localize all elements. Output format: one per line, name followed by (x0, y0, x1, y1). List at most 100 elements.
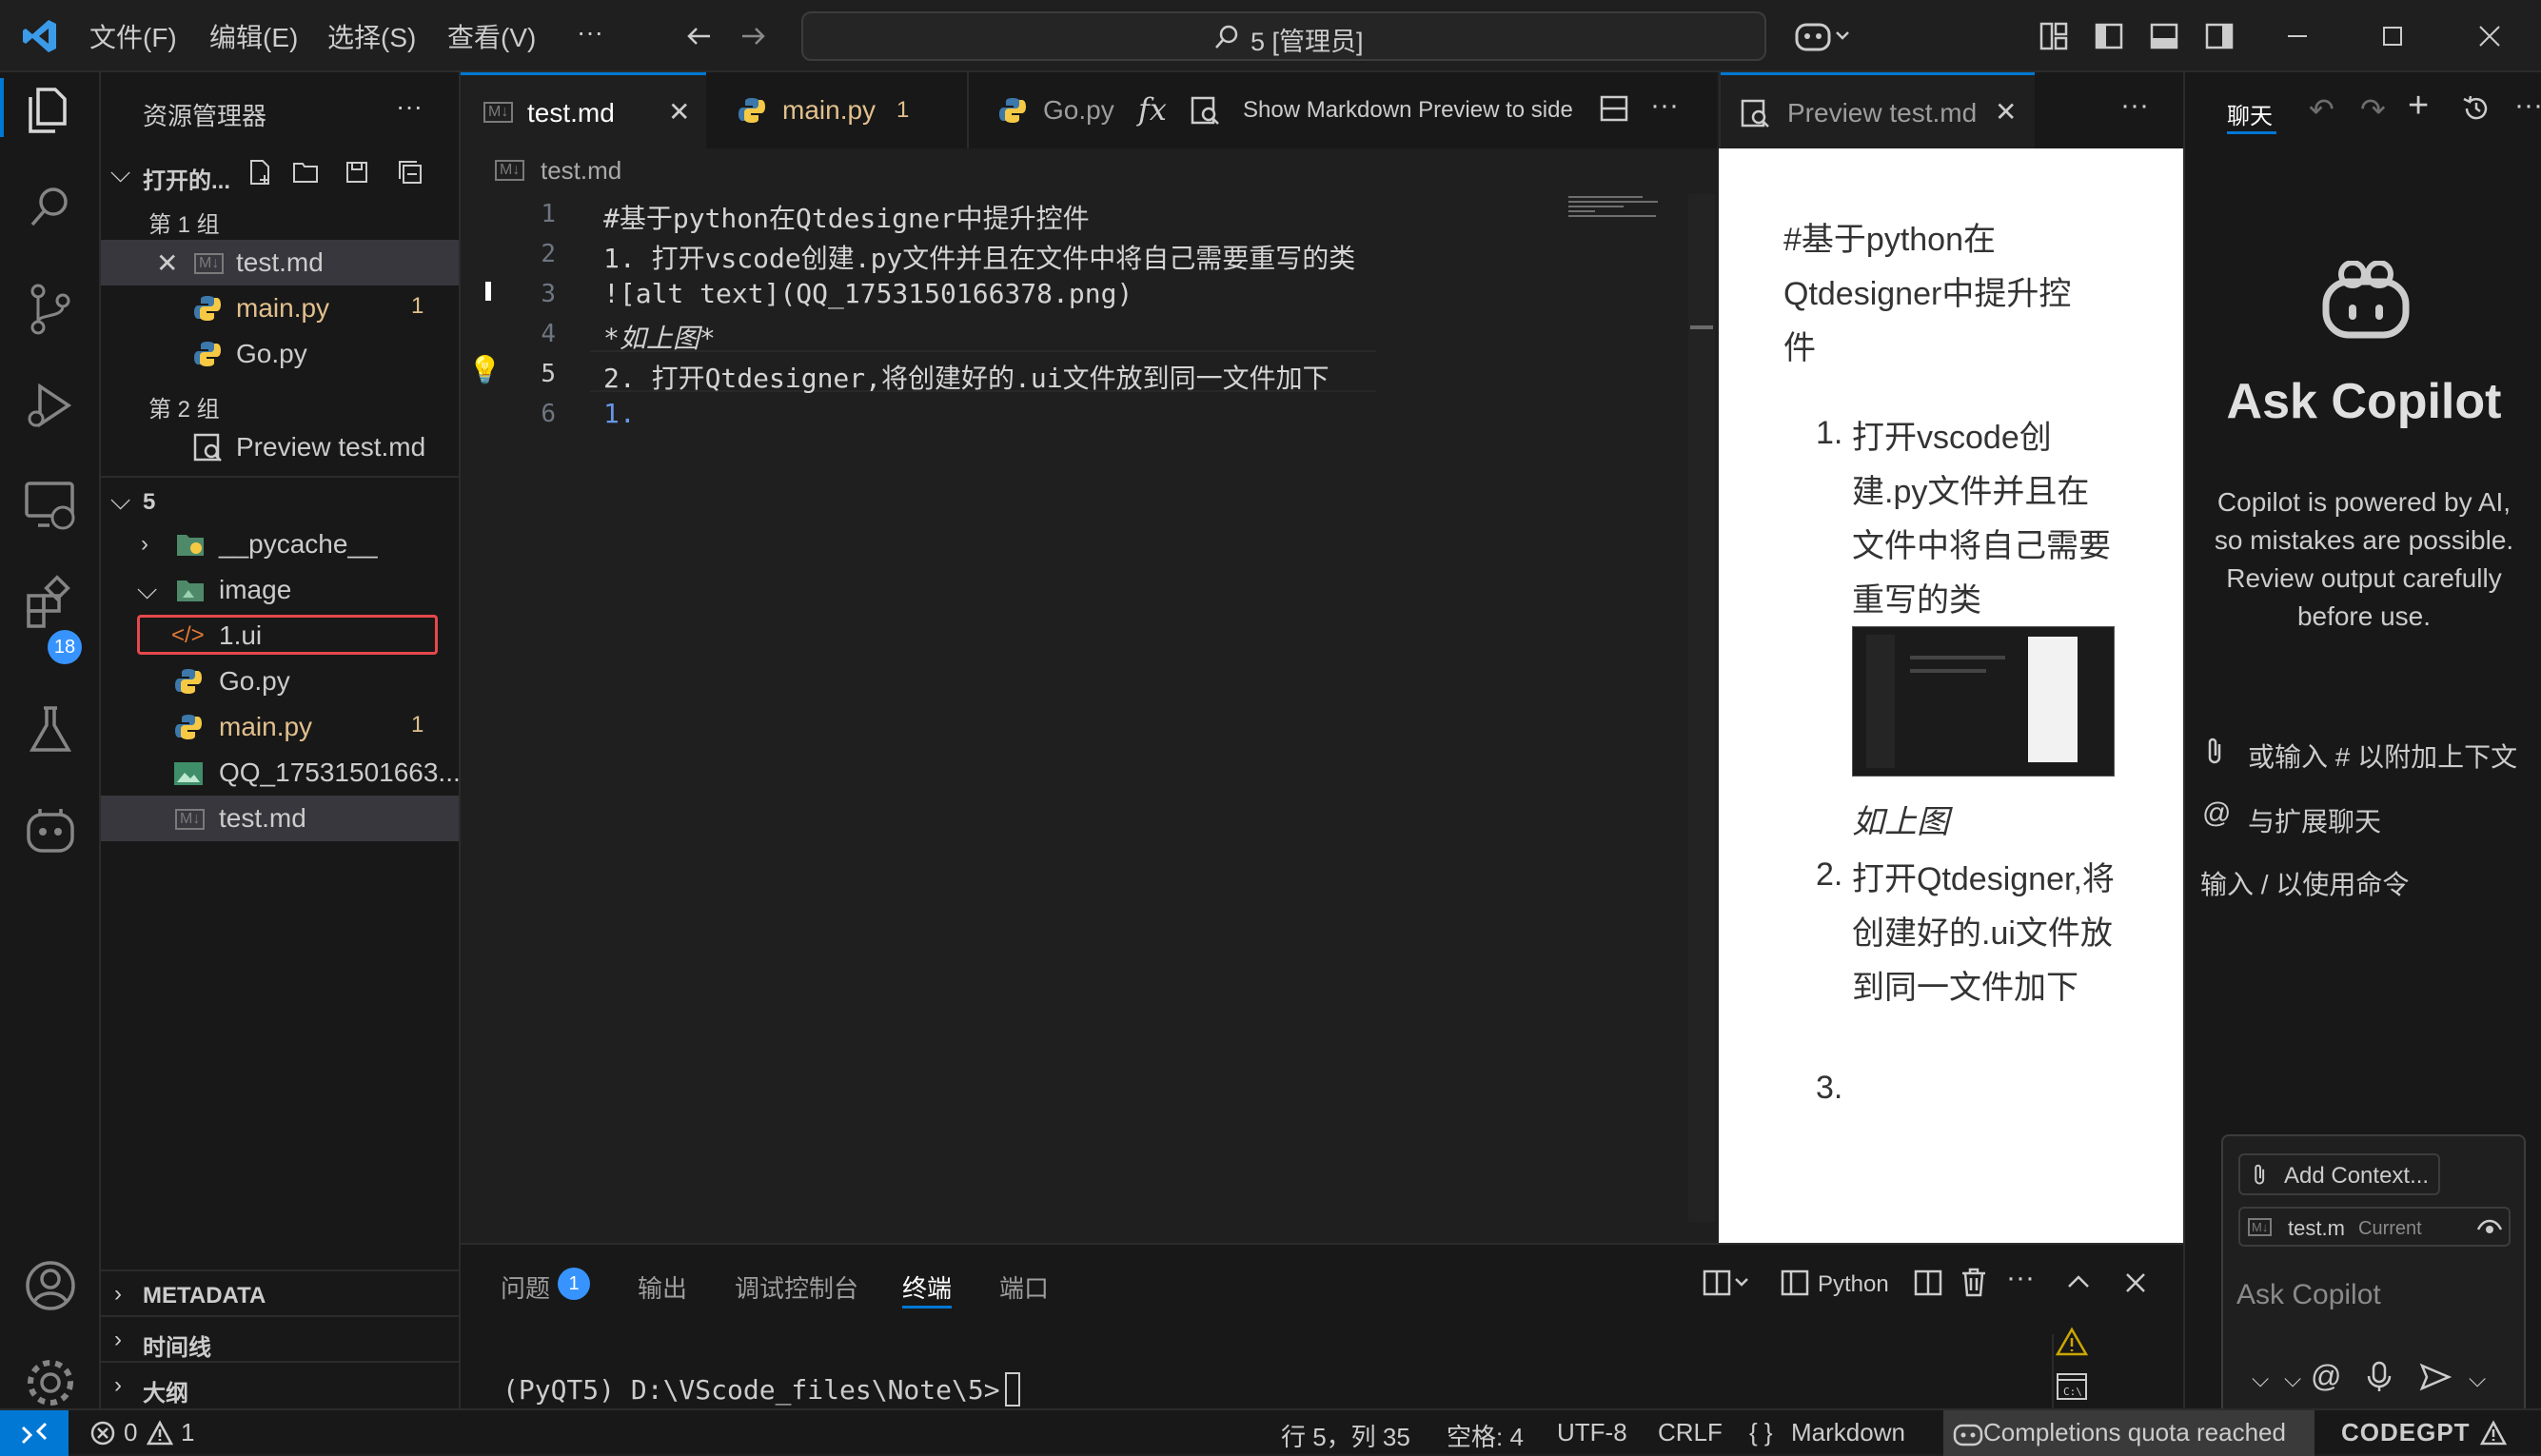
quota-status[interactable]: Completions quota reached (1943, 1410, 2314, 1456)
tree-item-main-py[interactable]: main.py 1 (101, 704, 459, 750)
account-icon[interactable] (21, 1256, 80, 1315)
new-folder-icon[interactable] (291, 158, 320, 187)
warning-icon[interactable] (2056, 1327, 2088, 1357)
run-debug-icon[interactable] (21, 377, 80, 436)
copilot-chat-icon[interactable] (21, 799, 80, 858)
chevron-down-icon[interactable]: ⌵ (2284, 1367, 2301, 1393)
tab-test-md[interactable]: M↓ test.md ✕ (461, 72, 706, 151)
open-editor-go-py[interactable]: Go.py (101, 331, 459, 377)
cursor-position[interactable]: 行 5，列 35 (1281, 1418, 1410, 1453)
terminal-cmd-icon[interactable]: C:\ (2056, 1372, 2088, 1401)
eye-icon[interactable] (2476, 1216, 2503, 1239)
command-center-search[interactable]: 5 [管理员] (801, 11, 1766, 61)
close-window-icon[interactable] (2474, 21, 2505, 51)
encoding[interactable]: UTF-8 (1557, 1418, 1627, 1447)
send-icon[interactable] (2419, 1363, 2452, 1391)
history-icon[interactable] (2461, 93, 2492, 124)
tree-item-qq-png[interactable]: QQ_17531501663... (101, 750, 461, 796)
code-editor[interactable]: M↓ test.md 1 #基于python在Qtdesigner中提升控件 2… (461, 148, 1717, 1243)
maximize-icon[interactable] (2377, 21, 2408, 51)
close-panel-icon[interactable] (2120, 1268, 2151, 1298)
toggle-primary-sidebar-icon[interactable] (2094, 21, 2124, 51)
terminal-prompt[interactable]: (PyQT5) D:\VScode_files\Note\5> (502, 1374, 1000, 1406)
add-context-button[interactable]: Add Context... (2238, 1153, 2440, 1195)
remote-explorer-icon[interactable] (21, 476, 80, 535)
show-preview-side-label[interactable]: Show Markdown Preview to side (1243, 97, 1573, 124)
new-file-icon[interactable] (246, 158, 274, 187)
open-editors-header[interactable]: ⌵ 打开的... (101, 150, 459, 196)
remote-indicator[interactable] (0, 1410, 69, 1456)
breadcrumb[interactable]: test.md (541, 156, 621, 186)
terminal-kind-label[interactable]: Python (1818, 1271, 1889, 1298)
split-editor-icon[interactable] (1913, 1268, 1943, 1298)
split-terminal-icon[interactable] (1702, 1268, 1751, 1298)
new-chat-icon[interactable]: + (2408, 86, 2429, 127)
trash-icon[interactable] (1959, 1266, 1989, 1298)
open-editor-main-py[interactable]: main.py 1 (101, 285, 459, 331)
explorer-more-icon[interactable]: ··· (396, 91, 423, 122)
menu-view[interactable]: 查看(V) (447, 17, 536, 55)
save-all-icon[interactable] (343, 158, 371, 187)
close-icon[interactable]: ✕ (156, 247, 178, 279)
chevron-down-icon[interactable]: ⌵ (2252, 1367, 2269, 1393)
copilot-menu-icon[interactable] (1795, 17, 1852, 55)
end-of-line[interactable]: CRLF (1658, 1418, 1723, 1447)
tab-problems[interactable]: 问题 (501, 1269, 550, 1305)
redo-icon[interactable]: ↷ (2360, 91, 2386, 128)
microphone-icon[interactable] (2366, 1361, 2393, 1393)
tab-main-py[interactable]: main.py 1 (708, 72, 969, 148)
menu-edit[interactable]: 编辑(E) (209, 17, 298, 55)
split-editor-icon[interactable] (1599, 93, 1629, 124)
tab-output[interactable]: 输出 (638, 1269, 687, 1305)
menu-more[interactable]: ··· (577, 17, 603, 48)
settings-gear-icon[interactable] (21, 1353, 80, 1412)
preview-more-icon[interactable]: ··· (2120, 89, 2149, 122)
tab-ports[interactable]: 端口 (999, 1269, 1049, 1305)
open-preview-side-icon[interactable] (1190, 95, 1220, 126)
indentation[interactable]: 空格: 4 (1447, 1418, 1524, 1453)
section-outline[interactable]: › 大纲 (101, 1361, 459, 1408)
undo-icon[interactable]: ↶ (2309, 91, 2334, 128)
layout-customize-icon[interactable] (2039, 21, 2069, 51)
chat-more-icon[interactable]: ··· (2514, 89, 2541, 122)
tab-terminal[interactable]: 终端 (902, 1269, 952, 1305)
chat-input-placeholder[interactable]: Ask Copilot (2236, 1279, 2381, 1311)
extensions-icon[interactable] (21, 575, 80, 634)
tab-preview[interactable]: Preview test.md ✕ (1721, 72, 2035, 148)
menu-selection[interactable]: 选择(S) (327, 17, 416, 55)
tree-item-image[interactable]: ⌵ image (101, 567, 459, 613)
folder-header[interactable]: ⌵ 5 (101, 476, 459, 523)
language-mode[interactable]: Markdown (1791, 1418, 1905, 1447)
codegpt-status[interactable]: CODEGPT (2341, 1418, 2471, 1447)
source-control-icon[interactable] (21, 280, 80, 339)
tab-more-icon[interactable]: ··· (1650, 89, 1679, 122)
chevron-down-icon[interactable]: ⌵ (2469, 1367, 2486, 1393)
minimize-icon[interactable] (2282, 21, 2313, 51)
tree-item-pycache[interactable]: › __pycache__ (101, 521, 459, 567)
minimap[interactable] (1566, 194, 1671, 219)
section-metadata[interactable]: › METADATA (101, 1269, 459, 1317)
close-icon[interactable]: ✕ (1995, 96, 2017, 128)
search-icon[interactable] (21, 179, 80, 238)
explorer-icon[interactable] (21, 78, 80, 137)
tab-debug-console[interactable]: 调试控制台 (735, 1269, 858, 1305)
section-timeline[interactable]: › 时间线 (101, 1315, 459, 1363)
at-mention-icon[interactable]: @ (2311, 1359, 2341, 1394)
function-icon[interactable]: fx (1138, 91, 1167, 128)
open-editor-preview[interactable]: Preview test.md (101, 424, 459, 470)
panel-more-icon[interactable]: ··· (2006, 1262, 2035, 1294)
warning-icon[interactable] (147, 1420, 173, 1446)
chat-input-box[interactable]: Add Context... M↓ test.m Current Ask Cop… (2221, 1134, 2526, 1450)
terminal-kind-icon[interactable] (1780, 1268, 1810, 1298)
forward-arrow-icon[interactable] (739, 21, 769, 51)
toggle-panel-icon[interactable] (2149, 21, 2179, 51)
current-file-chip[interactable]: M↓ test.m Current (2238, 1207, 2511, 1247)
warning-icon[interactable] (2480, 1420, 2507, 1446)
tree-item-test-md[interactable]: M↓ test.md (101, 796, 459, 841)
tree-item-go-py[interactable]: Go.py (101, 659, 459, 704)
tab-chat[interactable]: 聊天 (2227, 97, 2273, 130)
tab-go-py[interactable]: Go.py (969, 72, 1121, 148)
back-arrow-icon[interactable] (683, 21, 714, 51)
error-count[interactable]: 0 (124, 1418, 137, 1447)
menu-file[interactable]: 文件(F) (89, 17, 177, 55)
